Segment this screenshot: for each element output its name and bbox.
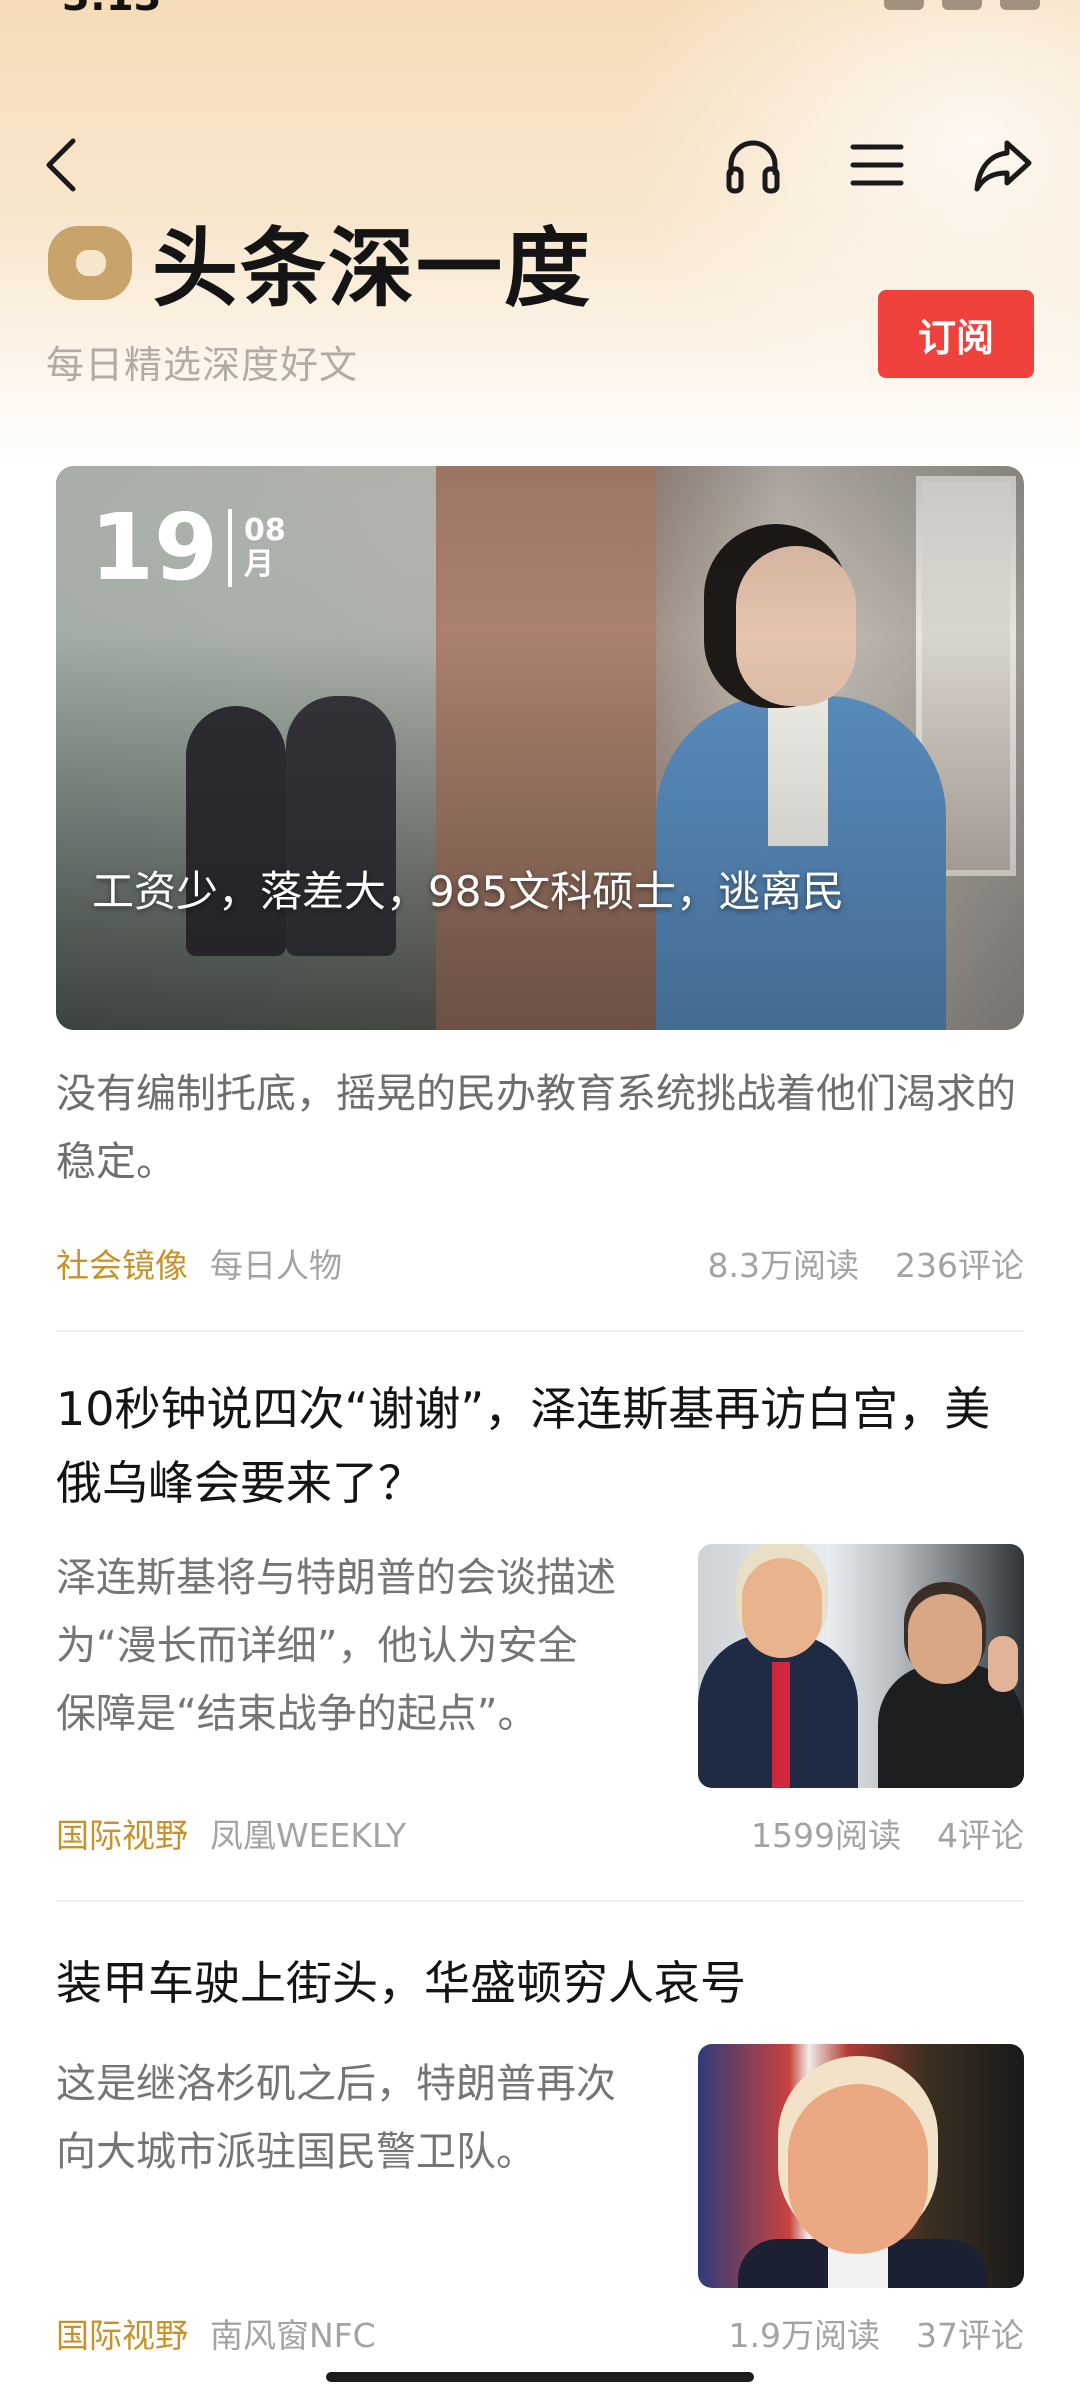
read-count: 8.3万阅读: [707, 1246, 859, 1285]
status-icons: [884, 0, 1040, 10]
menu-button[interactable]: [832, 120, 922, 210]
share-button[interactable]: [958, 120, 1048, 210]
status-time: 3:13: [62, 0, 162, 20]
read-count: 1.9万阅读: [728, 2316, 880, 2355]
share-icon: [974, 140, 1032, 192]
featured-summary: 没有编制托底，摇晃的民办教育系统挑战着他们渴求的稳定。: [56, 1071, 1016, 1185]
article-meta: 国际视野 凤凰WEEKLY 1599阅读 4评论: [56, 1808, 1024, 1858]
wifi-icon: [942, 0, 982, 10]
status-bar: 3:13: [0, 0, 1080, 34]
category-tag[interactable]: 国际视野: [56, 1809, 188, 1857]
date-month: 08 月: [244, 512, 286, 582]
source-name: 凤凰WEEKLY: [210, 1816, 407, 1855]
battery-icon: [1000, 0, 1040, 10]
page-title: 头条深一度: [152, 218, 592, 319]
article-summary: 泽连斯基将与特朗普的会谈描述为“漫长而详细”，他认为安全保障是“结束战争的起点”…: [56, 1555, 616, 1737]
page-subtitle: 每日精选深度好文: [46, 343, 359, 387]
article-title[interactable]: 装甲车驶上街头，华盛顿穷人哀号: [56, 1946, 1024, 2020]
divider: [56, 1330, 1024, 1332]
featured-title: 工资少，落差大，985文科硕士，逃离民: [92, 867, 845, 916]
listen-button[interactable]: [708, 120, 798, 210]
back-button[interactable]: [20, 120, 110, 210]
featured-article-image[interactable]: 19 08 月 工资少，落差大，985文科硕士，逃离民: [56, 466, 1024, 1030]
signal-icon: [884, 0, 924, 10]
headphones-icon: [726, 140, 780, 194]
brand-logo-icon: [48, 226, 132, 300]
back-arrow-icon: [46, 138, 76, 192]
page: 3:13: [0, 0, 1080, 2400]
article-summary: 这是继洛杉矶之后，特朗普再次向大城市派驻国民警卫队。: [56, 2061, 616, 2175]
divider: [56, 1900, 1024, 1902]
comment-count: 236评论: [895, 1246, 1024, 1285]
source-name: 每日人物: [210, 1246, 342, 1285]
date-day: 19: [90, 494, 219, 601]
subscribe-button[interactable]: 订阅: [878, 290, 1034, 378]
comment-count: 37评论: [916, 2316, 1024, 2355]
brand-header: 头条深一度: [46, 210, 592, 319]
category-tag[interactable]: 国际视野: [56, 2309, 188, 2357]
article-thumbnail[interactable]: [698, 1544, 1024, 1788]
source-name: 南风窗NFC: [210, 2316, 376, 2355]
article-thumbnail[interactable]: [698, 2044, 1024, 2288]
comment-count: 4评论: [937, 1816, 1024, 1855]
read-count: 1599阅读: [751, 1816, 901, 1855]
article-title[interactable]: 10秒钟说四次“谢谢”，泽连斯基再访白宫，美俄乌峰会要来了？: [56, 1372, 1024, 1520]
article-meta: 国际视野 南风窗NFC 1.9万阅读 37评论: [56, 2308, 1024, 2358]
category-tag[interactable]: 社会镜像: [56, 1239, 188, 1287]
menu-icon: [850, 144, 904, 186]
featured-meta: 社会镜像 每日人物 8.3万阅读 236评论: [56, 1238, 1024, 1288]
date-badge: 19 08 月: [90, 502, 286, 594]
home-indicator[interactable]: [326, 2372, 754, 2382]
